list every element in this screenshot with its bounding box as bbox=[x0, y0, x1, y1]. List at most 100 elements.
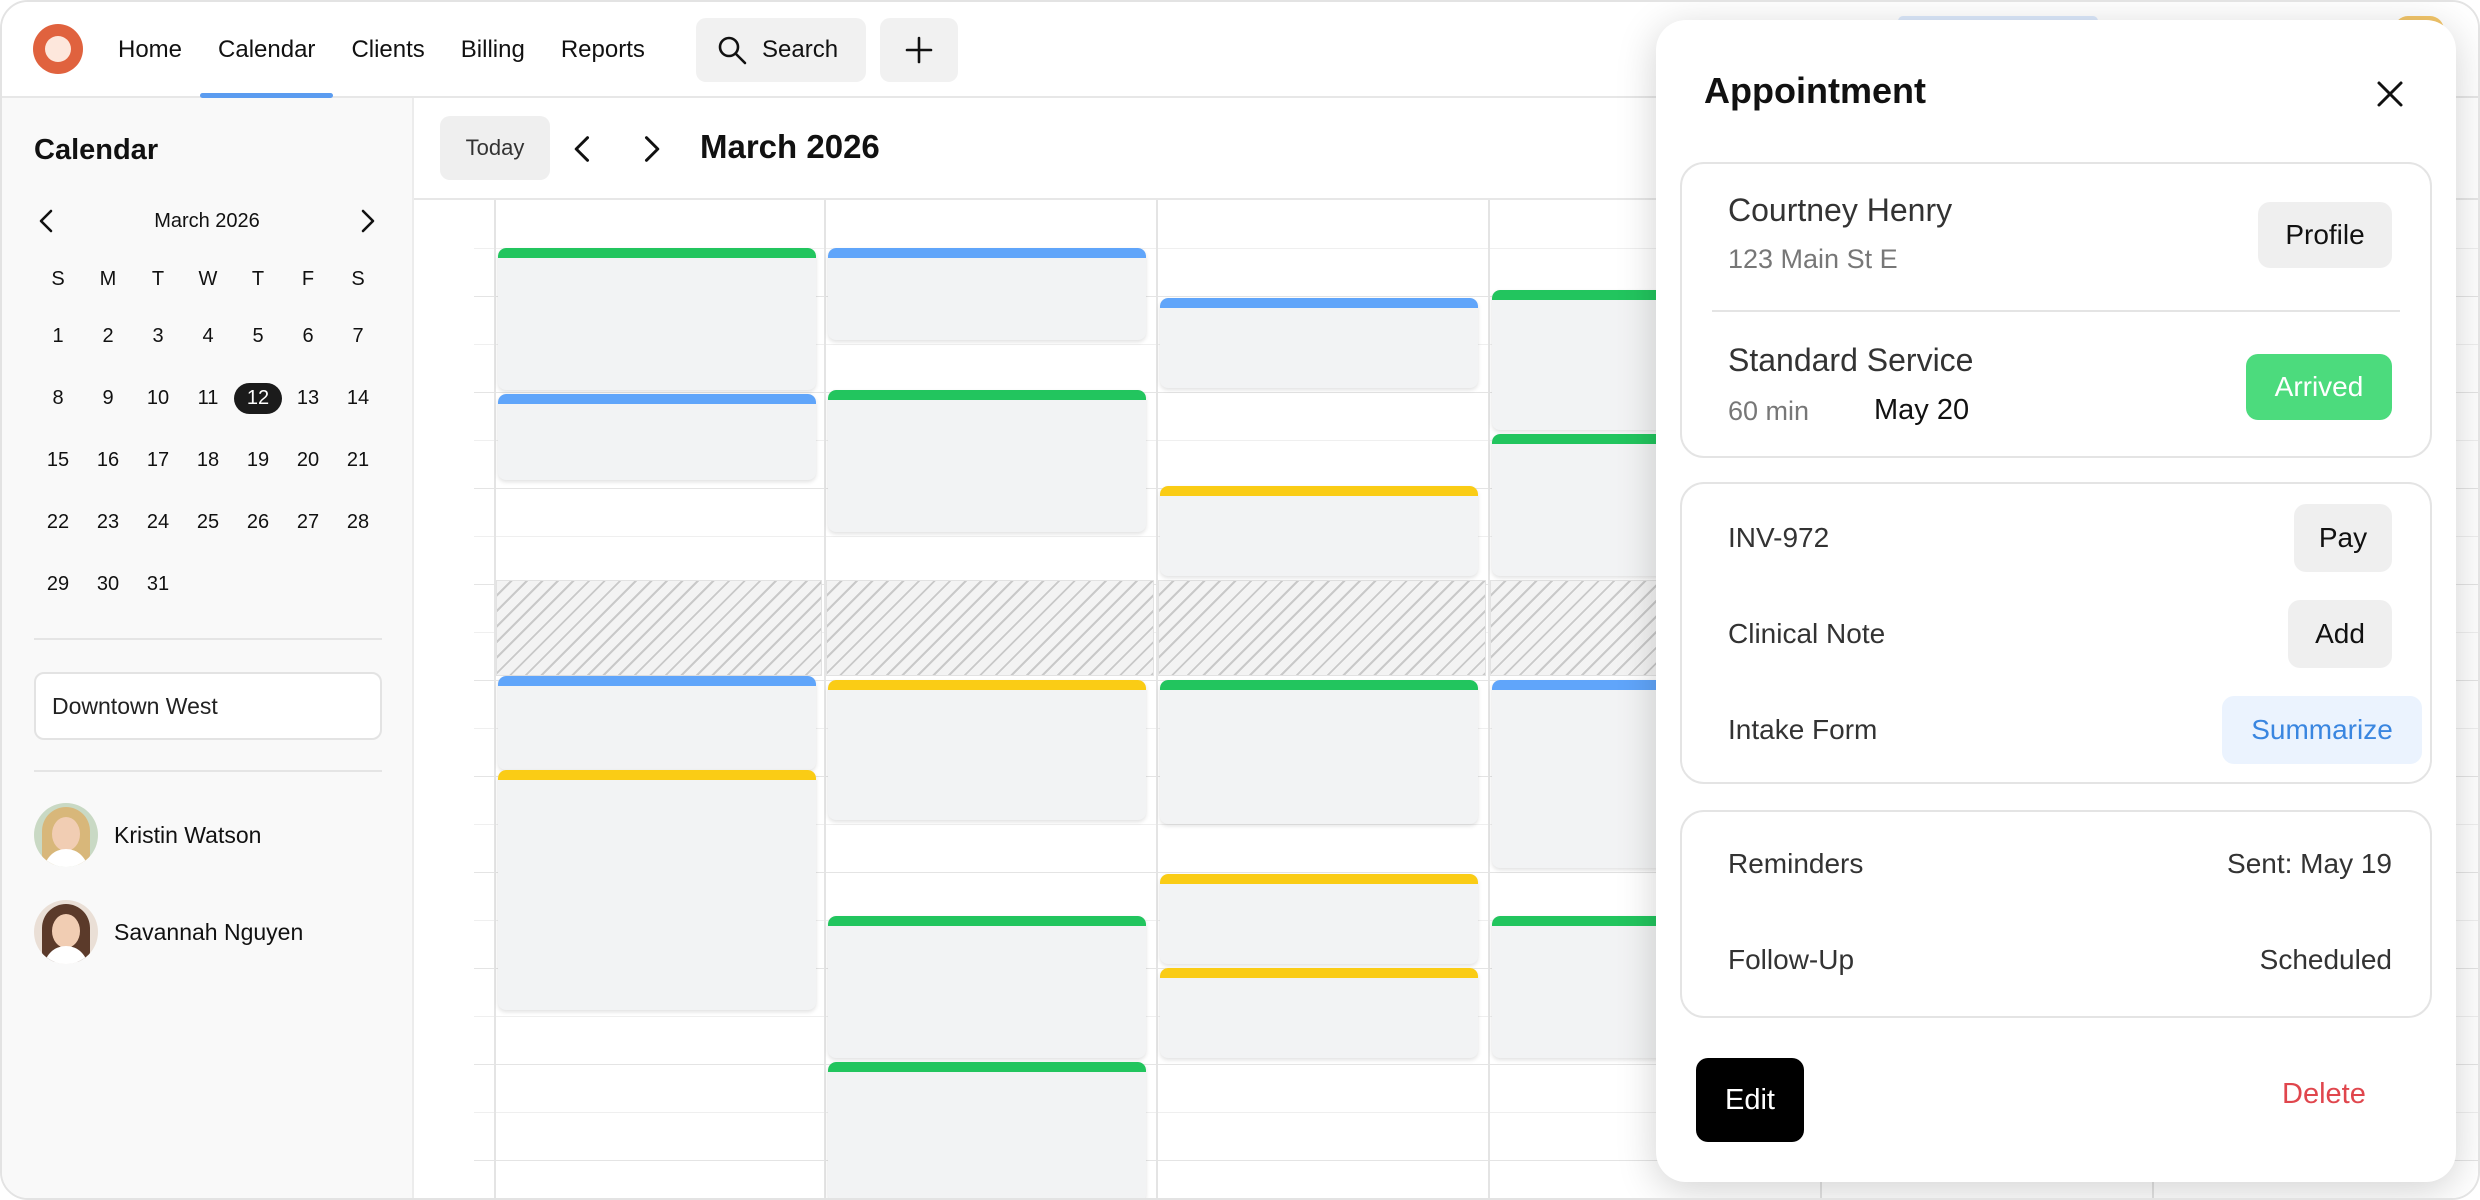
nav-item-calendar[interactable]: Calendar bbox=[200, 2, 334, 98]
day-number: 20 bbox=[296, 448, 320, 471]
appointment-block[interactable] bbox=[828, 1062, 1146, 1198]
status-badge[interactable]: Arrived bbox=[2246, 354, 2392, 420]
edit-button[interactable]: Edit bbox=[1696, 1058, 1804, 1142]
day-number: 1 bbox=[52, 324, 64, 347]
nav-item-home[interactable]: Home bbox=[100, 2, 200, 98]
day-cell[interactable]: 15 bbox=[33, 429, 83, 491]
day-number: 14 bbox=[346, 386, 370, 409]
today-button[interactable]: Today bbox=[440, 116, 550, 180]
appointment-block[interactable] bbox=[1160, 874, 1478, 964]
appointment-status-bar bbox=[828, 916, 1146, 926]
summarize-button[interactable]: Summarize bbox=[2222, 696, 2422, 764]
day-number: 26 bbox=[246, 510, 270, 533]
appointment-block[interactable] bbox=[828, 248, 1146, 340]
appointment-block[interactable] bbox=[1160, 486, 1478, 576]
appointment-block[interactable] bbox=[1160, 680, 1478, 824]
day-cell[interactable]: 14 bbox=[333, 367, 383, 429]
day-cell[interactable]: 21 bbox=[333, 429, 383, 491]
day-cell[interactable]: 26 bbox=[233, 491, 283, 553]
appointment-block[interactable] bbox=[498, 770, 816, 1010]
app-window: Home Calendar Clients Billing Reports Se… bbox=[0, 0, 2480, 1200]
service-name: Standard Service bbox=[1728, 342, 1974, 378]
day-cell[interactable]: 10 bbox=[133, 367, 183, 429]
day-cell[interactable]: 9 bbox=[83, 367, 133, 429]
nav-item-billing[interactable]: Billing bbox=[443, 2, 543, 98]
day-number: 13 bbox=[296, 386, 320, 409]
day-cell[interactable]: 13 bbox=[283, 367, 333, 429]
appointment-status-bar bbox=[828, 1062, 1146, 1072]
clinical-note-label: Clinical Note bbox=[1728, 618, 1886, 649]
chevron-right-icon[interactable] bbox=[352, 206, 382, 236]
day-cell[interactable]: 16 bbox=[83, 429, 133, 491]
day-cell[interactable]: 23 bbox=[83, 491, 133, 553]
add-button[interactable] bbox=[880, 18, 958, 82]
day-number: 10 bbox=[146, 386, 170, 409]
appointment-block[interactable] bbox=[498, 394, 816, 480]
sidebar-title: Calendar bbox=[34, 134, 159, 166]
delete-button[interactable]: Delete bbox=[2282, 1078, 2366, 1111]
day-number: 19 bbox=[246, 448, 270, 471]
day-number: 2 bbox=[102, 324, 114, 347]
day-cell[interactable]: 18 bbox=[183, 429, 233, 491]
day-cell[interactable]: 20 bbox=[283, 429, 333, 491]
day-cell[interactable]: 31 bbox=[133, 553, 183, 615]
day-cell[interactable]: 3 bbox=[133, 305, 183, 367]
day-number: 4 bbox=[202, 324, 214, 347]
appointment-block[interactable] bbox=[1160, 968, 1478, 1058]
appointment-block[interactable] bbox=[1160, 298, 1478, 388]
day-cell[interactable]: 5 bbox=[233, 305, 283, 367]
location-select[interactable]: Downtown West bbox=[34, 672, 382, 740]
weekday-header: S bbox=[351, 267, 365, 290]
day-number: 30 bbox=[96, 572, 120, 595]
day-cell[interactable]: 28 bbox=[333, 491, 383, 553]
selected-day[interactable]: 12 bbox=[233, 367, 283, 429]
profile-button[interactable]: Profile bbox=[2258, 202, 2392, 268]
reminders-value: Sent: May 19 bbox=[2227, 848, 2392, 879]
nav-item-reports[interactable]: Reports bbox=[543, 2, 663, 98]
day-cell[interactable]: 11 bbox=[183, 367, 233, 429]
staff-item[interactable]: Kristin Watson bbox=[34, 802, 261, 868]
day-cell[interactable]: 2 bbox=[83, 305, 133, 367]
appointment-block[interactable] bbox=[828, 390, 1146, 532]
appointment-status-bar bbox=[1160, 968, 1478, 978]
day-cell[interactable]: 8 bbox=[33, 367, 83, 429]
blocked-time bbox=[1158, 580, 1486, 676]
day-number: 31 bbox=[146, 572, 170, 595]
staff-name: Kristin Watson bbox=[114, 821, 262, 848]
day-cell[interactable]: 7 bbox=[333, 305, 383, 367]
day-cell[interactable]: 24 bbox=[133, 491, 183, 553]
day-cell[interactable]: 17 bbox=[133, 429, 183, 491]
appointment-block[interactable] bbox=[828, 680, 1146, 820]
day-cell[interactable]: 29 bbox=[33, 553, 83, 615]
day-cell[interactable]: 22 bbox=[33, 491, 83, 553]
sidebar: Calendar March 2026 S M T W T F S 1 2 3 4 5 6 7 8 9 10 11… bbox=[2, 98, 414, 1198]
nav-item-clients[interactable]: Clients bbox=[333, 2, 442, 98]
appointment-block[interactable] bbox=[498, 248, 816, 390]
day-cell[interactable]: 1 bbox=[33, 305, 83, 367]
day-column-divider bbox=[824, 200, 826, 1198]
day-cell[interactable]: 27 bbox=[283, 491, 333, 553]
day-number: 27 bbox=[296, 510, 320, 533]
pay-button[interactable]: Pay bbox=[2294, 504, 2392, 572]
reminders-label: Reminders bbox=[1728, 848, 1864, 879]
day-cell[interactable]: 25 bbox=[183, 491, 233, 553]
day-cell[interactable]: 4 bbox=[183, 305, 233, 367]
app-logo[interactable] bbox=[33, 24, 83, 74]
add-note-button[interactable]: Add bbox=[2288, 600, 2392, 668]
appointment-status-bar bbox=[498, 248, 816, 258]
weekday-header: M bbox=[99, 267, 117, 290]
appointment-block[interactable] bbox=[498, 676, 816, 770]
mini-calendar-grid: S M T W T F S 1 2 3 4 5 6 7 8 9 10 11 12 13 14 15 16 17 18 19 20 21… bbox=[33, 261, 383, 615]
close-button[interactable] bbox=[2368, 72, 2412, 116]
appointment-block[interactable] bbox=[828, 916, 1146, 1058]
staff-item[interactable]: Savannah Nguyen bbox=[34, 899, 303, 965]
chevron-right-icon[interactable] bbox=[634, 132, 668, 166]
day-cell[interactable]: 30 bbox=[83, 553, 133, 615]
day-number: 24 bbox=[146, 510, 170, 533]
search-button[interactable]: Search bbox=[696, 18, 866, 82]
day-cell[interactable]: 19 bbox=[233, 429, 283, 491]
chevron-left-icon[interactable] bbox=[566, 132, 600, 166]
blocked-time bbox=[496, 580, 822, 676]
main-nav: Home Calendar Clients Billing Reports bbox=[100, 2, 663, 98]
day-cell[interactable]: 6 bbox=[283, 305, 333, 367]
